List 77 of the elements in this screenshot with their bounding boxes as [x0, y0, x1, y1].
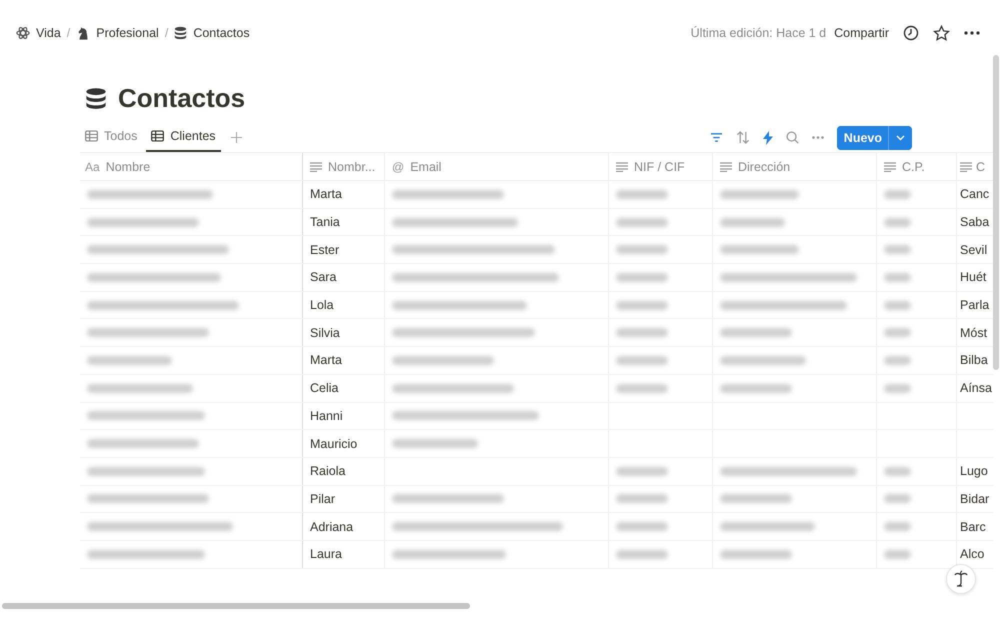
column-label: Dirección: [738, 160, 790, 174]
column-type-mark: Aa: [85, 160, 100, 174]
table-cell: Saba: [960, 215, 990, 230]
table-cell: Celia: [303, 374, 385, 402]
table-cell: Sara: [303, 264, 385, 291]
table-cell: Tania: [303, 208, 385, 236]
column-label: Nombre: [106, 160, 150, 174]
column-label: C.P.: [902, 160, 925, 174]
column-header[interactable]: C: [957, 153, 993, 180]
share-button[interactable]: Compartir: [834, 26, 889, 40]
column-header[interactable]: Nombr...: [303, 153, 385, 180]
clock-icon[interactable]: [903, 25, 919, 41]
new-options-button[interactable]: [888, 126, 912, 150]
table-cell: Canc: [960, 187, 990, 202]
column-label: C: [976, 160, 986, 174]
table-cell: Parla: [960, 298, 990, 312]
table-cell: Lola: [303, 292, 385, 318]
breadcrumb-link[interactable]: Vida: [16, 26, 61, 40]
text-lines-icon: [720, 162, 732, 172]
text-lines-icon: [310, 162, 322, 172]
table-cell: Huét: [960, 270, 986, 284]
column-header[interactable]: NIF / CIF: [609, 153, 713, 180]
sort-icon[interactable]: [736, 131, 750, 144]
breadcrumb-separator: /: [66, 26, 70, 40]
view-tab[interactable]: Todos: [80, 123, 142, 152]
table-icon: [85, 130, 98, 142]
table-cell: Adriana: [303, 513, 385, 540]
table-cell: Marta: [303, 181, 385, 208]
column-type-mark: @: [392, 160, 404, 174]
column-label: NIF / CIF: [634, 160, 685, 174]
column-header[interactable]: Dirección: [713, 153, 877, 180]
breadcrumb-link[interactable]: Contactos: [174, 26, 250, 40]
table-cell: Ester: [303, 236, 385, 264]
help-button[interactable]: [946, 564, 976, 594]
text-lines-icon: [616, 162, 628, 172]
column-header[interactable]: @ Email: [385, 153, 609, 180]
table-cell: Laura: [303, 540, 385, 568]
chess-knight-icon: [76, 26, 90, 40]
text-lines-icon: [884, 162, 896, 172]
filter-icon[interactable]: [710, 132, 723, 143]
horizontal-scrollbar[interactable]: [2, 603, 470, 609]
vertical-scrollbar[interactable]: [993, 55, 999, 370]
last-edited-text: Última edición: Hace 1 d: [690, 26, 826, 40]
table-cell: Mauricio: [303, 430, 385, 457]
table-cell: Marta: [303, 347, 385, 374]
table-cell: Barc: [960, 520, 986, 534]
table-cell: Bidar: [960, 492, 990, 506]
add-view-icon[interactable]: [230, 132, 242, 143]
table-icon: [151, 130, 164, 142]
palm-tree-icon: [953, 570, 969, 588]
column-label: Nombr...: [328, 160, 376, 174]
table-cell: Silvia: [303, 319, 385, 346]
column-header[interactable]: Aa Nombre: [80, 153, 303, 180]
database-icon: [85, 86, 107, 111]
table-cell: Móst: [960, 326, 988, 340]
breadcrumb-separator: /: [164, 26, 168, 40]
search-icon[interactable]: [786, 131, 799, 144]
table-cell: Raiola: [303, 458, 385, 485]
table-cell: Pilar: [303, 486, 385, 512]
column-label: Email: [410, 160, 442, 174]
column-header[interactable]: C.P.: [877, 153, 957, 180]
table-cell: Alco: [960, 547, 984, 562]
chevron-down-icon: [896, 134, 905, 140]
view-tab[interactable]: Clientes: [146, 123, 221, 152]
table-cell: Bilba: [960, 353, 988, 368]
star-icon[interactable]: [933, 24, 950, 42]
text-lines-icon: [960, 162, 972, 172]
table-cell: Hanni: [303, 402, 385, 430]
atom-icon: [16, 26, 30, 40]
database-icon: [174, 26, 188, 40]
page-title: Contactos: [118, 83, 246, 114]
breadcrumb-link[interactable]: Profesional: [76, 26, 159, 40]
table-cell: Lugo: [960, 464, 988, 478]
lightning-icon[interactable]: [762, 130, 773, 144]
table-cell: Aínsa: [960, 381, 992, 396]
more-icon[interactable]: [964, 31, 980, 35]
table-cell: Sevil: [960, 242, 988, 257]
